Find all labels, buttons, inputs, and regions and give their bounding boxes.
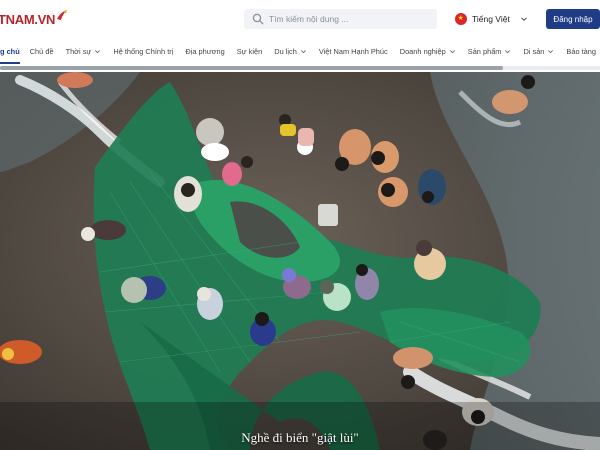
chevron-down-icon bbox=[505, 49, 511, 53]
nav-scrollbar-thumb[interactable] bbox=[0, 66, 503, 70]
nav-item[interactable]: Chủ đề bbox=[30, 47, 54, 56]
logo-swoosh-icon bbox=[57, 10, 68, 20]
chevron-down-icon bbox=[548, 49, 554, 53]
nav-item[interactable]: Thời sự bbox=[66, 47, 102, 56]
nav-item-label: Sự kiện bbox=[236, 46, 263, 56]
nav-item-label: Địa phương bbox=[185, 46, 225, 56]
nav-item[interactable]: Sản phẩm bbox=[468, 47, 512, 56]
nav-item-label: g chủ bbox=[0, 46, 20, 56]
nav-scrollbar[interactable] bbox=[0, 64, 600, 72]
language-selector[interactable]: Tiếng Việt bbox=[455, 11, 528, 27]
search-box[interactable] bbox=[244, 9, 437, 29]
nav-item-label: Du lịch bbox=[274, 46, 297, 56]
chevron-down-icon bbox=[300, 49, 306, 53]
vietnam-flag-icon bbox=[455, 13, 467, 25]
nav-item-label: Chủ đề bbox=[29, 46, 54, 56]
search-input[interactable] bbox=[269, 10, 429, 28]
nav-item[interactable]: g chủ bbox=[0, 47, 20, 56]
nav-item-label: Doanh nghiệp bbox=[399, 46, 446, 56]
nav-item-label: Sản phẩm bbox=[467, 46, 502, 56]
chevron-down-icon bbox=[520, 17, 527, 22]
hero-caption: Nghề đi biển "giật lùi" bbox=[241, 430, 359, 445]
nav-item[interactable]: Sự kiện bbox=[237, 47, 263, 56]
nav-item[interactable]: Địa phương bbox=[185, 47, 224, 56]
chevron-down-icon bbox=[449, 49, 455, 53]
logo-text: TNAM.VN bbox=[0, 11, 56, 27]
site-logo[interactable]: TNAM.VN bbox=[0, 8, 68, 30]
nav-item-label: Bảo tàng bbox=[566, 46, 597, 56]
nav-item[interactable]: Việt Nam Hạnh Phúc bbox=[319, 47, 388, 56]
chevron-down-icon bbox=[95, 49, 101, 53]
nav-item-label: Hệ thống Chính trị bbox=[113, 46, 174, 56]
nav-item-label: Di sản bbox=[523, 46, 545, 56]
search-icon bbox=[252, 13, 264, 25]
site-header: TNAM.VN Tiếng Việt Đăng nhập bbox=[0, 0, 600, 38]
login-button[interactable]: Đăng nhập bbox=[546, 9, 600, 29]
nav-item[interactable]: Du lịch bbox=[274, 47, 307, 56]
fishing-net-photo bbox=[0, 72, 600, 450]
nav-item-label: Thời sự bbox=[65, 46, 92, 56]
nav-item[interactable]: Di sản bbox=[523, 47, 554, 56]
nav-item[interactable]: Bảo tàng bbox=[566, 47, 596, 56]
nav-item[interactable]: Doanh nghiệp bbox=[400, 47, 456, 56]
hero-image[interactable]: Nghề đi biển "giật lùi" bbox=[0, 72, 600, 450]
main-nav: g chủ Chủ đề Thời sự Hệ thống Chính trị Địa … bbox=[0, 38, 600, 64]
language-label: Tiếng Việt bbox=[472, 14, 510, 24]
nav-item-label: Việt Nam Hạnh Phúc bbox=[318, 46, 388, 56]
nav-item[interactable]: Hệ thống Chính trị bbox=[113, 47, 173, 56]
